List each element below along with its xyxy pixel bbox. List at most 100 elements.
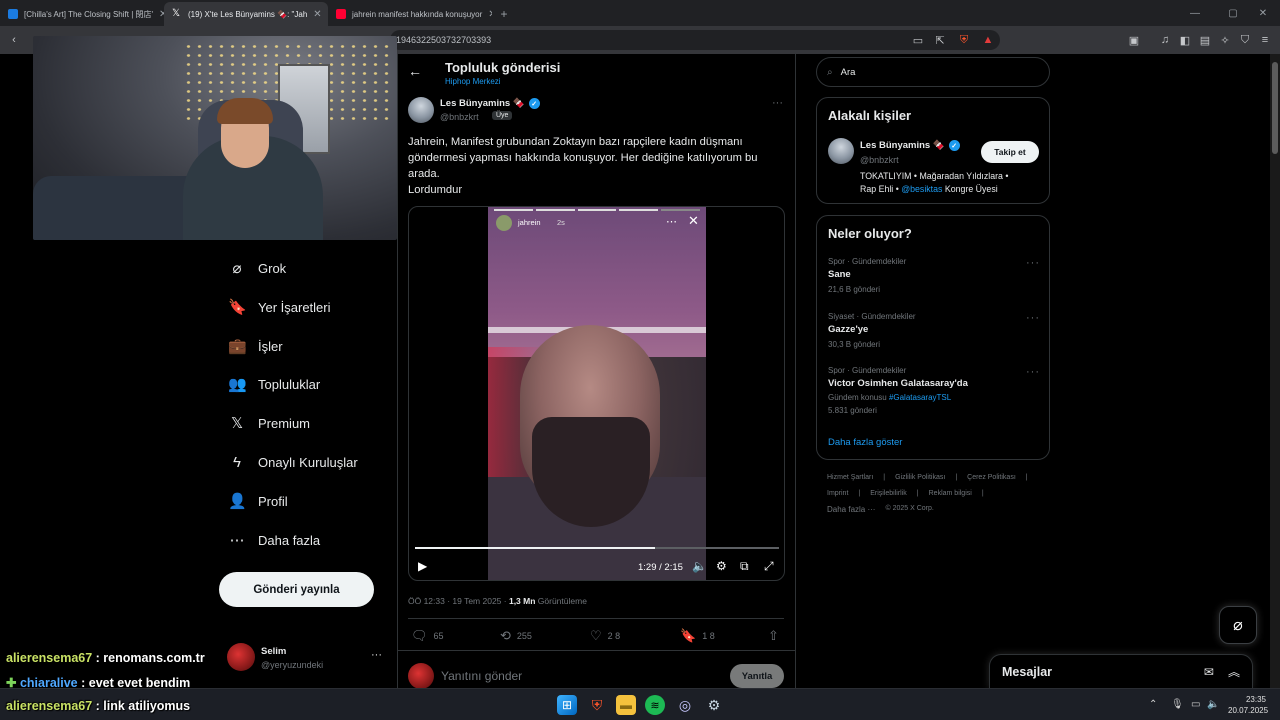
video-progress-track[interactable] <box>415 547 779 549</box>
nav-communities[interactable]: 👥 Topluluklar <box>220 365 390 403</box>
trend-hashtag-link[interactable]: #GalatasarayTSL <box>889 393 951 402</box>
show-more-link[interactable]: Daha fazla göster <box>828 437 902 448</box>
repost-count: 255 <box>516 631 532 641</box>
leo-ai-icon[interactable]: ✧ <box>1217 32 1233 48</box>
trend-item[interactable]: Siyaset · Gündemdekiler Gazze'ye 30,3 B … <box>828 312 1040 352</box>
account-more-icon[interactable]: ··· <box>371 649 382 661</box>
nav-grok[interactable]: ⌀ Grok <box>220 249 390 287</box>
brave-rewards-icon[interactable]: ▲ <box>980 32 996 48</box>
discord-icon[interactable]: ◎ <box>675 695 695 715</box>
nav-verified-orgs[interactable]: ϟ Onaylı Kuruluşlar <box>220 443 390 481</box>
vpn-icon[interactable]: ⛉ <box>1237 32 1253 48</box>
reply-submit-button[interactable]: Yanıtla <box>730 664 784 688</box>
share-page-icon[interactable]: ⇱ <box>932 32 948 48</box>
briefcase-icon: 💼 <box>228 338 247 355</box>
steam-icon[interactable]: ⚙ <box>704 695 724 715</box>
speaker-icon[interactable]: 🔈 <box>1207 699 1219 710</box>
bio-mention-link[interactable]: @besiktas <box>901 184 942 194</box>
messages-drawer[interactable]: Mesajlar ✉ ︽ <box>989 654 1253 688</box>
footer-link[interactable]: Erişilebilirlik <box>870 490 907 497</box>
maximize-icon[interactable]: ▢ <box>1216 0 1250 26</box>
person-avatar[interactable] <box>828 138 854 164</box>
share-button[interactable]: ⇧ <box>768 628 779 644</box>
community-link[interactable]: Hiphop Merkezi <box>445 77 501 86</box>
window-close-icon[interactable]: ✕ <box>1246 0 1280 26</box>
sidebar-toggle-icon[interactable]: ◧ <box>1177 32 1193 48</box>
brave-shield-icon[interactable]: ⛨ <box>956 32 972 48</box>
like-button[interactable]: ♡ 2 8 <box>590 628 620 644</box>
microphone-icon[interactable]: 🎙 <box>1171 699 1184 710</box>
expand-chevrons-icon[interactable]: ︽ <box>1228 663 1240 680</box>
author-name[interactable]: Les Bünyamins 🍫 <box>440 98 525 109</box>
nav-profile[interactable]: 👤 Profil <box>220 482 390 520</box>
minimize-icon[interactable]: — <box>1178 0 1212 26</box>
search-box[interactable]: ⌕ Ara <box>816 57 1050 87</box>
trend-more-icon[interactable]: ··· <box>1026 366 1040 378</box>
back-arrow-icon[interactable]: ‹ <box>6 32 22 48</box>
cast-icon[interactable]: ▭ <box>910 32 926 48</box>
bookmark-button[interactable]: 🔖 1 8 <box>680 628 715 644</box>
post-timestamp[interactable]: ÖÖ 12:33 · 19 Tem 2025 · <box>408 596 509 606</box>
person-name[interactable]: Les Bünyamins 🍫 <box>860 140 945 151</box>
volume-icon[interactable]: 🔈 <box>692 559 707 573</box>
trend-item[interactable]: Spor · Gündemdekiler Sane 21,6 B gönderi… <box>828 257 1040 297</box>
footer-link[interactable]: Gizlilik Politikası <box>895 474 945 481</box>
settings-gear-icon[interactable]: ⚙ <box>716 559 727 573</box>
file-explorer-icon[interactable]: ▬ <box>616 695 636 715</box>
address-bar[interactable]: 1946322503732703393 <box>390 30 1000 50</box>
footer-link[interactable]: Hizmet Şartları <box>827 474 873 481</box>
new-message-icon[interactable]: ✉ <box>1204 665 1214 679</box>
footer-more-link[interactable]: Daha fazla ··· <box>827 505 875 514</box>
screenshot-icon[interactable]: ▣ <box>1126 32 1142 48</box>
play-icon[interactable]: ▶ <box>418 559 427 573</box>
close-icon[interactable]: ✕ <box>313 9 321 20</box>
reply-input[interactable]: Yanıtını gönder <box>441 669 522 683</box>
tab-closing-shift[interactable]: [Chilla's Art] The Closing Shift | 閉店' ✕ <box>0 2 164 26</box>
search-input[interactable]: Ara <box>841 67 856 78</box>
page-scrollbar[interactable] <box>1270 54 1280 688</box>
nav-more[interactable]: ⋯ Daha fazla <box>220 521 390 559</box>
trend-name: Victor Osimhen Galatasaray'da <box>828 378 968 389</box>
tray-chevron-icon[interactable]: ⌃ <box>1149 699 1157 710</box>
fullscreen-icon[interactable]: ⤢ <box>764 559 774 574</box>
wallet-icon[interactable]: ▤ <box>1197 32 1213 48</box>
tab-x-post[interactable]: 𝕏 (19) X'te Les Bünyamins 🍫: "Jah ✕ <box>164 2 328 26</box>
start-windows-icon[interactable]: ⊞ <box>557 695 577 715</box>
post-more-icon[interactable]: ··· <box>772 97 783 109</box>
network-icon[interactable]: ▭ <box>1191 699 1200 710</box>
author-row: Les Bünyamins 🍫 ✓ <box>440 98 540 109</box>
account-name: Selim <box>261 646 287 657</box>
account-switcher[interactable]: Selim @yeryuzundeki ··· <box>227 643 387 673</box>
trend-more-icon[interactable]: ··· <box>1026 257 1040 269</box>
grok-floating-button[interactable]: ⌀ <box>1219 606 1257 644</box>
menu-icon[interactable]: ≡ <box>1257 32 1273 48</box>
trend-item[interactable]: Spor · Gündemdekiler Victor Osimhen Gala… <box>828 366 1040 422</box>
reply-button[interactable]: 🗨 65 <box>411 628 444 644</box>
video-player[interactable]: jahrein 2s ⋯ ✕ ▶ 1:29 / 2:15 🔈 ⚙ ⧉ ⤢ <box>408 206 785 581</box>
follow-button[interactable]: Takip et <box>981 141 1039 163</box>
nav-jobs[interactable]: 💼 İşler <box>220 327 390 365</box>
trend-more-icon[interactable]: ··· <box>1026 312 1040 324</box>
spotify-icon[interactable]: ≋ <box>645 695 665 715</box>
scrollbar-thumb[interactable] <box>1272 62 1278 154</box>
author-avatar[interactable] <box>408 97 434 123</box>
nav-premium[interactable]: 𝕏 Premium <box>220 404 390 442</box>
tab-title: [Chilla's Art] The Closing Shift | 閉店' <box>24 9 154 19</box>
nav-bookmarks[interactable]: 🔖 Yer İşaretleri <box>220 288 390 326</box>
pip-icon[interactable]: ⧉ <box>740 559 749 574</box>
trend-name: Sane <box>828 269 851 280</box>
tab-youtube[interactable]: jahrein manifest hakkında konuşuyor ✕ <box>328 2 492 26</box>
back-arrow-icon[interactable]: ← <box>408 63 422 79</box>
new-tab-button[interactable]: + <box>492 2 516 26</box>
footer-link[interactable]: Çerez Politikası <box>967 474 1016 481</box>
media-icon[interactable]: ♫ <box>1157 32 1173 48</box>
post-button[interactable]: Gönderi yayınla <box>219 572 374 607</box>
brave-browser-icon[interactable]: ⛨ <box>587 695 607 715</box>
repost-button[interactable]: ⟲ 255 <box>500 628 532 644</box>
author-handle[interactable]: @bnbzkrt <box>440 112 479 122</box>
taskbar-clock[interactable]: 23:35 20.07.2025 <box>1228 694 1268 716</box>
footer-separator: | <box>955 474 958 481</box>
footer-separator: | <box>1025 474 1028 481</box>
footer-link[interactable]: Imprint <box>827 490 848 497</box>
footer-link[interactable]: Reklam bilgisi <box>929 490 972 497</box>
